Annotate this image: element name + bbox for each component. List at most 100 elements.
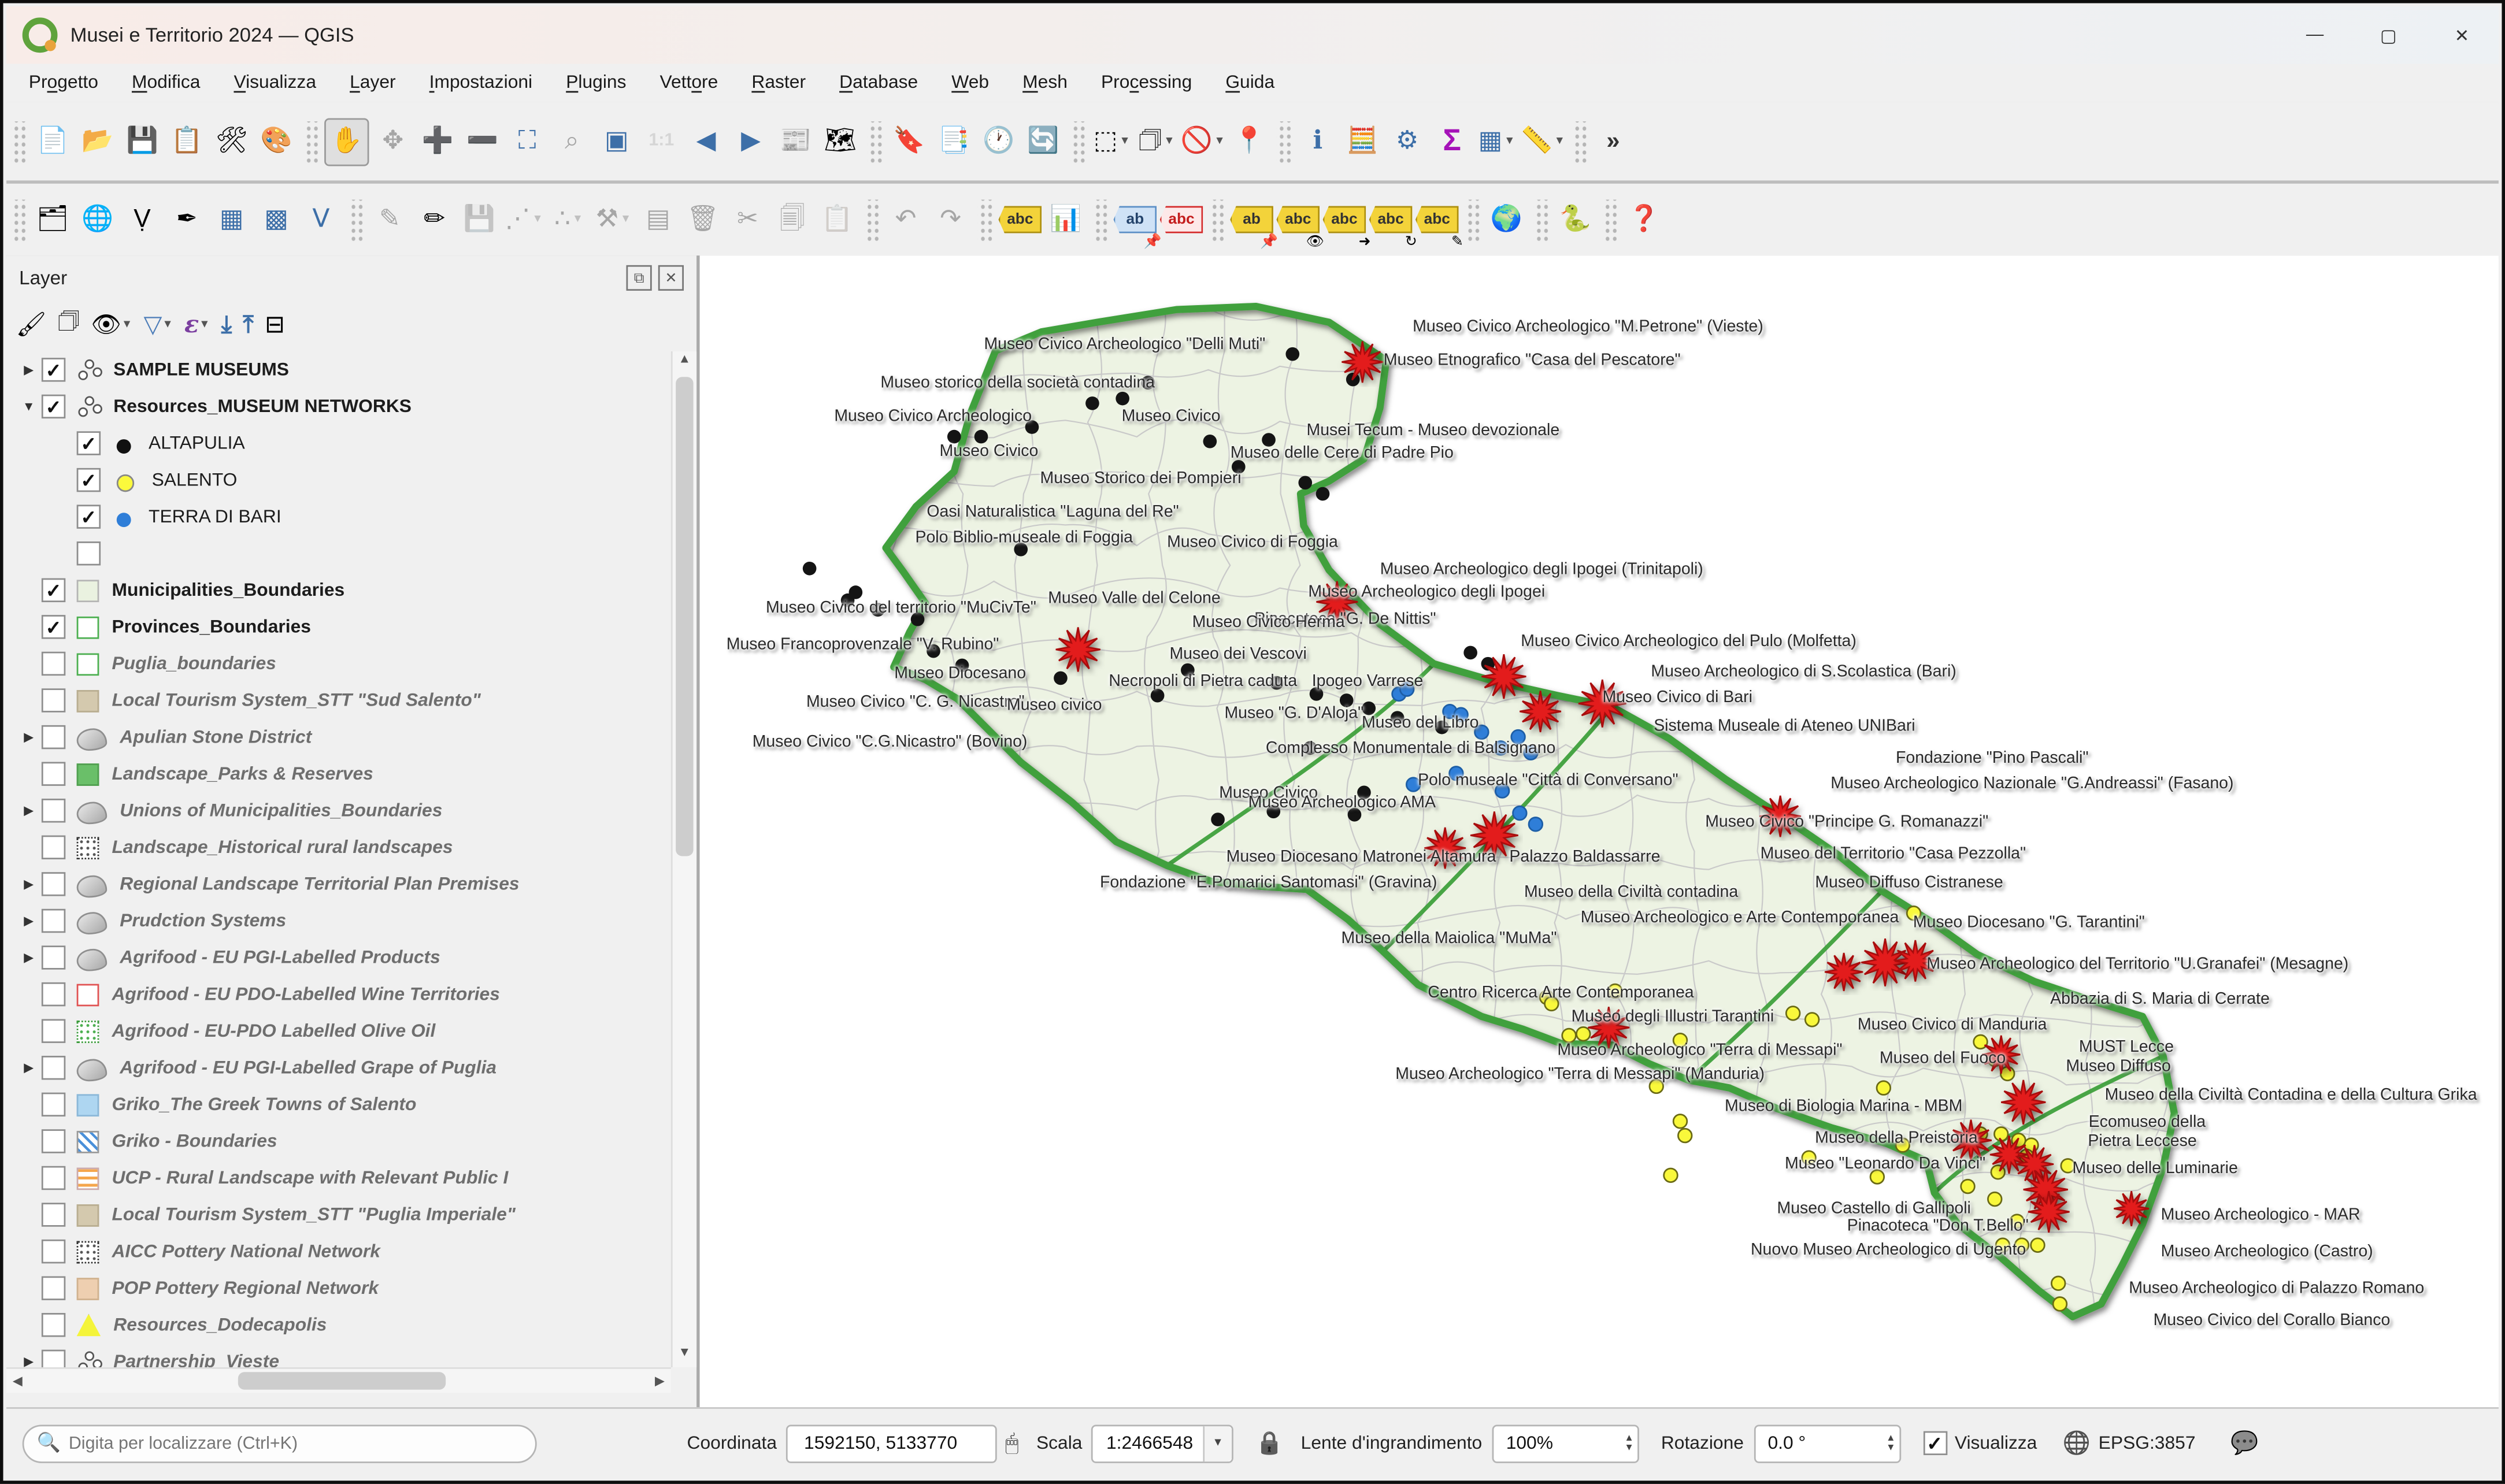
toolbar-handle[interactable] bbox=[1602, 199, 1617, 240]
pan-to-selection-button[interactable]: ✥ bbox=[372, 119, 414, 164]
toolbar-handle[interactable] bbox=[1276, 121, 1291, 162]
identify-features-button[interactable]: ℹ bbox=[1297, 119, 1339, 164]
modify-attributes-button[interactable]: ⚒▼ bbox=[592, 197, 634, 242]
layer-tree-item[interactable]: ▶✓SAMPLE MUSEUMS bbox=[6, 351, 671, 388]
toolbar-overflow-button[interactable]: » bbox=[1592, 119, 1634, 164]
expander-icon[interactable]: ▶ bbox=[16, 730, 42, 744]
horizontal-scroll-thumb[interactable] bbox=[238, 1372, 446, 1389]
close-button[interactable]: ✕ bbox=[2425, 6, 2499, 64]
expander-icon[interactable]: ▶ bbox=[16, 1355, 42, 1367]
layer-visibility-checkbox[interactable] bbox=[42, 688, 65, 712]
vertical-scroll-thumb[interactable] bbox=[676, 377, 693, 856]
layer-tree-item[interactable]: ▶Resources_Dodecapolis bbox=[6, 1307, 671, 1344]
layer-tree-item[interactable]: ▶AICC Pottery National Network bbox=[6, 1233, 671, 1270]
layer-visibility-checkbox[interactable] bbox=[42, 836, 65, 859]
open-layer-styling-button[interactable]: 🖌 bbox=[16, 310, 47, 339]
toolbar-handle[interactable] bbox=[11, 199, 25, 240]
new-layout-button[interactable]: 📰 bbox=[775, 119, 817, 164]
zoom-full-extent-button[interactable]: ⛶ bbox=[506, 119, 548, 164]
chevron-down-icon[interactable]: ▼ bbox=[162, 318, 173, 329]
chevron-down-icon[interactable]: ▼ bbox=[199, 318, 210, 329]
layer-tree-item[interactable]: ▶UCP - Rural Landscape with Relevant Pub… bbox=[6, 1160, 671, 1197]
statistical-summary-button[interactable]: 🧮 bbox=[1342, 119, 1383, 164]
layer-visibility-checkbox[interactable]: ✓ bbox=[42, 358, 65, 381]
help-contents-button[interactable]: ❓ bbox=[1623, 197, 1665, 242]
layer-tree-item[interactable]: ▶Landscape_Historical rural landscapes bbox=[6, 829, 671, 866]
refresh-map-button[interactable]: 🔄 bbox=[1022, 119, 1064, 164]
zoom-next-button[interactable]: ▶ bbox=[730, 119, 772, 164]
python-console-button[interactable]: 🐍 bbox=[1554, 197, 1596, 242]
layer-tree-item[interactable]: ▶Griko_The Greek Towns of Salento bbox=[6, 1086, 671, 1123]
chevron-down-icon[interactable]: ▼ bbox=[1119, 136, 1130, 147]
menu-visualizza[interactable]: Visualizza bbox=[234, 73, 316, 92]
new-virtual-layer-button[interactable]: ▩ bbox=[255, 197, 297, 242]
zoom-to-layer-button[interactable]: ▣ bbox=[596, 119, 638, 164]
layer-tree-item[interactable]: ▶Agrifood - EU PGI-Labelled Grape of Pug… bbox=[6, 1049, 671, 1086]
layer-tree-item[interactable]: ▶✓SALENTO bbox=[6, 462, 671, 499]
menu-processing[interactable]: Processing bbox=[1101, 73, 1192, 92]
dock-close-button[interactable]: ✕ bbox=[658, 265, 684, 291]
new-mesh-layer-button[interactable]: Ⅴ bbox=[301, 197, 342, 242]
cut-features-button[interactable]: ✂ bbox=[727, 197, 769, 242]
crs-globe-icon[interactable]: 🌐 bbox=[2063, 1430, 2091, 1457]
layer-tree-item[interactable]: ▶POP Pottery Regional Network bbox=[6, 1270, 671, 1307]
dock-float-button[interactable]: ⧉ bbox=[626, 265, 651, 291]
locator-search[interactable]: 🔍 bbox=[23, 1424, 537, 1462]
new-spatial-bookmark-button[interactable]: 🔖 bbox=[888, 119, 930, 164]
expander-icon[interactable]: ▶ bbox=[16, 914, 42, 928]
remove-layer-button[interactable]: ⊟ bbox=[265, 310, 285, 339]
layer-visibility-checkbox[interactable] bbox=[42, 652, 65, 676]
expander-icon[interactable]: ▶ bbox=[16, 803, 42, 818]
pin-labels-button[interactable]: ab📌 bbox=[1114, 197, 1157, 242]
menu-plugins[interactable]: Plugins bbox=[566, 73, 626, 92]
layer-tree-item[interactable]: ▶Landscape_Parks & Reserves bbox=[6, 755, 671, 792]
render-checkbox[interactable]: ✓ bbox=[1923, 1431, 1947, 1455]
layer-tree-vertical-scrollbar[interactable]: ▲ ▼ bbox=[671, 351, 696, 1367]
layer-visibility-checkbox[interactable] bbox=[42, 725, 65, 749]
scale-combobox[interactable]: 1:2466548 ▼ bbox=[1092, 1424, 1233, 1462]
redo-button[interactable]: ↷ bbox=[930, 197, 972, 242]
menu-database[interactable]: Database bbox=[839, 73, 918, 92]
layer-visibility-checkbox[interactable]: ✓ bbox=[77, 504, 101, 528]
layer-tree-horizontal-scrollbar[interactable]: ◀ ▶ bbox=[6, 1367, 671, 1393]
highlight-pinned-labels-button[interactable]: abc bbox=[1160, 197, 1203, 242]
layer-tree-item[interactable]: ▼✓Resources_MUSEUM NETWORKS bbox=[6, 388, 671, 425]
toolbar-handle[interactable] bbox=[349, 199, 363, 240]
attribute-table-button[interactable]: ▦▼ bbox=[1476, 119, 1518, 164]
expander-icon[interactable]: ▶ bbox=[16, 877, 42, 891]
expand-all-button[interactable]: ⤓ bbox=[221, 311, 232, 338]
layer-visibility-checkbox[interactable] bbox=[42, 799, 65, 822]
filter-legend-button[interactable]: ▽▼ bbox=[144, 310, 173, 339]
paste-features-button[interactable]: 📋 bbox=[816, 197, 858, 242]
menu-layer[interactable]: Layer bbox=[350, 73, 396, 92]
digitize-with-segment-button[interactable]: ⋰▼ bbox=[503, 197, 545, 242]
chevron-down-icon[interactable]: ▼ bbox=[1214, 136, 1225, 147]
scroll-right-icon[interactable]: ▶ bbox=[649, 1369, 671, 1393]
layer-visibility-checkbox[interactable] bbox=[42, 1203, 65, 1226]
layer-tree-item[interactable]: ▶Griko - Boundaries bbox=[6, 1123, 671, 1160]
project-properties-button[interactable]: 🛠 bbox=[211, 119, 253, 164]
layer-visibility-checkbox[interactable]: ✓ bbox=[42, 578, 65, 602]
layer-tree-item[interactable]: ▶Agrifood - EU PGI-Labelled Products bbox=[6, 939, 671, 976]
layer-tree-item[interactable]: ▶ bbox=[6, 535, 671, 572]
toolbar-handle[interactable] bbox=[1465, 199, 1480, 240]
add-group-button[interactable]: 🗇 bbox=[58, 305, 80, 344]
layer-tree-item[interactable]: ▶Agrifood - EU PDO-Labelled Wine Territo… bbox=[6, 976, 671, 1013]
layer-visibility-checkbox[interactable] bbox=[42, 1313, 65, 1337]
select-by-value-button[interactable]: 🗇▼ bbox=[1136, 119, 1177, 164]
toolbar-handle[interactable] bbox=[1070, 121, 1085, 162]
chevron-down-icon[interactable]: ▼ bbox=[572, 214, 583, 225]
copy-features-button[interactable]: 🗐 bbox=[772, 197, 813, 242]
layer-tree-item[interactable]: ▶Unions of Municipalities_Boundaries bbox=[6, 792, 671, 829]
show-hide-labels-button[interactable]: abc👁 bbox=[1276, 197, 1320, 242]
coordinate-input[interactable] bbox=[801, 1432, 983, 1455]
layer-visibility-checkbox[interactable] bbox=[42, 982, 65, 1006]
layer-tree-item[interactable]: ▶Apulian Stone District bbox=[6, 719, 671, 756]
toolbar-handle[interactable] bbox=[978, 199, 992, 240]
menu-vettore[interactable]: Vettore bbox=[660, 73, 718, 92]
toggle-editing-button[interactable]: ✏ bbox=[414, 197, 455, 242]
scroll-down-icon[interactable]: ▼ bbox=[673, 1345, 696, 1367]
crs-value[interactable]: EPSG:3857 bbox=[2099, 1434, 2196, 1453]
chevron-down-icon[interactable]: ▼ bbox=[121, 318, 132, 329]
layer-tree-item[interactable]: ▶Agrifood - EU-PDO Labelled Olive Oil bbox=[6, 1012, 671, 1049]
